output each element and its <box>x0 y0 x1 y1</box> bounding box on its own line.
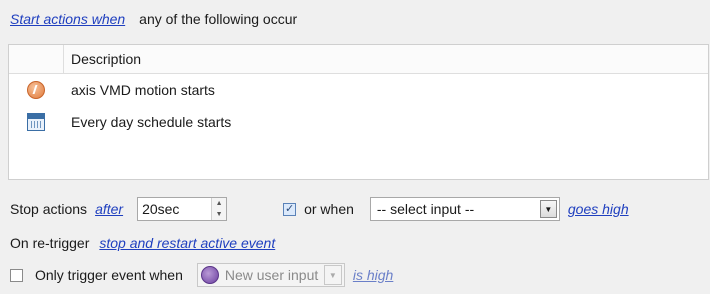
retrigger-action-link[interactable]: stop and restart active event <box>99 235 275 251</box>
column-divider <box>63 45 64 73</box>
stop-input-select[interactable]: -- select input -- ▼ <box>369 197 560 221</box>
only-trigger-label: Only trigger event when <box>35 267 183 283</box>
trigger-label: Every day schedule starts <box>71 114 232 130</box>
chevron-down-icon[interactable]: ▼ <box>539 200 557 218</box>
user-input-icon <box>200 266 219 284</box>
chevron-down-icon[interactable]: ▼ <box>323 265 342 285</box>
retrigger-label: On re-trigger <box>10 235 90 251</box>
trigger-label: axis VMD motion starts <box>71 82 215 98</box>
stop-actions-row: Stop actions after 20sec ▲ ▼ ✓ or when -… <box>10 194 629 224</box>
trigger-row-schedule[interactable]: Every day schedule starts <box>9 106 708 138</box>
stop-actions-label: Stop actions <box>10 201 88 217</box>
goes-high-link[interactable]: goes high <box>568 201 629 217</box>
user-input-select[interactable]: New user input ▼ <box>196 263 345 287</box>
duration-value[interactable]: 20sec <box>138 198 211 220</box>
user-input-value: New user input <box>224 267 319 283</box>
only-trigger-checkbox[interactable] <box>10 268 23 282</box>
start-actions-row: Start actions when any of the following … <box>10 8 297 30</box>
spin-up-icon[interactable]: ▲ <box>212 198 226 209</box>
start-actions-link[interactable]: Start actions when <box>10 11 125 27</box>
trigger-list-header: Description <box>9 45 708 74</box>
only-trigger-row: Only trigger event when New user input ▼… <box>10 262 393 288</box>
start-condition-text: any of the following occur <box>139 11 298 27</box>
is-high-link[interactable]: is high <box>353 267 393 283</box>
spin-down-icon[interactable]: ▼ <box>212 209 226 220</box>
after-link[interactable]: after <box>95 201 123 217</box>
trigger-row-motion[interactable]: axis VMD motion starts <box>9 74 708 106</box>
motion-icon <box>27 81 45 99</box>
or-when-label: or when <box>304 201 354 217</box>
calendar-icon <box>27 113 45 131</box>
trigger-list: Description axis VMD motion starts Every… <box>8 44 709 180</box>
stop-input-value[interactable]: -- select input -- <box>371 201 540 217</box>
retrigger-row: On re-trigger stop and restart active ev… <box>10 232 275 254</box>
or-when-checkbox[interactable]: ✓ <box>283 202 297 216</box>
spinner-arrows[interactable]: ▲ ▼ <box>211 198 227 220</box>
description-column-header[interactable]: Description <box>71 51 141 67</box>
duration-spinner[interactable]: 20sec ▲ ▼ <box>137 197 228 221</box>
